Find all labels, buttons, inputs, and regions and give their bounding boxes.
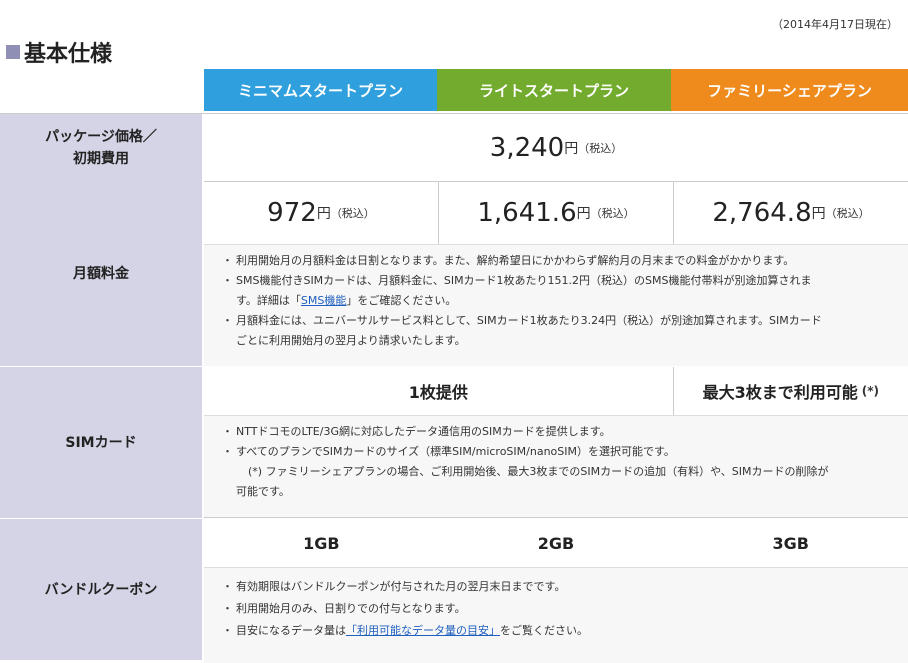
package-price-cell: 3,240 円 （税込） (204, 114, 908, 182)
sim-supply-mark: (*) (861, 384, 880, 398)
sim-note-3-text-b: 可能です。 (236, 485, 290, 498)
data-amount-guide-link[interactable]: 「利用可能なデータ量の目安」 (346, 624, 500, 637)
bundle-amount-value: 2GB (537, 533, 575, 553)
monthly-note-3-text: 月額料金には、ユニバーサルサービス料として、SIMカード1枚あたり3.24円（税… (236, 314, 822, 327)
plan-header-light: ライトスタートプラン (437, 69, 671, 111)
square-bullet-icon (6, 45, 20, 59)
sim-supply-family-text: 最大3枚まで利用可能 (702, 383, 858, 402)
yen-unit: 円 (576, 206, 591, 222)
bundle-note-2: 利用開始月のみ、日割りでの付与となります。 (222, 598, 890, 620)
monthly-note-2-text: SMS機能付きSIMカードは、月額料金に、SIMカード1枚あたり151.2円（税… (236, 274, 812, 287)
monthly-fee-row: 月額料金 972 円（税込） 1,641.6 円（税込） 2,764.8 円（税込） … (0, 182, 908, 366)
sim-supply-family: 最大3枚まで利用可能 (*) (672, 367, 908, 415)
package-price-value: 3,240 (489, 132, 565, 163)
monthly-price-value: 2,764.8 (712, 198, 812, 228)
sms-function-link[interactable]: SMS機能 (301, 294, 346, 307)
sim-note-2: すべてのプランでSIMカードのサイズ（標準SIM/microSIM/nanoSI… (222, 442, 890, 462)
bundle-amount-light: 2GB (439, 519, 674, 567)
tax-note: （税込） (825, 207, 870, 220)
sim-supply-standard: 1枚提供 (204, 367, 673, 415)
bundle-amount-value: 1GB (303, 533, 340, 553)
monthly-note-3-text-b: ごとに利用開始月の翌月より請求いたします。 (236, 334, 466, 347)
sim-notes: NTTドコモのLTE/3G網に対応したデータ通信用のSIMカードを提供します。 … (204, 416, 908, 517)
plan-header-minimum: ミニマムスタートプラン (204, 69, 437, 111)
section-title: 基本仕様 (6, 36, 112, 68)
package-price-label: パッケージ価格／ 初期費用 (0, 114, 204, 182)
monthly-notes: 利用開始月の月額料金は日割となります。また、解約希望日にかかわらず解約月の月末ま… (204, 245, 908, 366)
plan-header-row: ミニマムスタートプラン ライトスタートプラン ファミリーシェアプラン (204, 69, 908, 111)
bundle-note-3: 目安になるデータ量は「利用可能なデータ量の目安」をご覧ください。 (222, 620, 890, 642)
bundle-amounts: 1GB 2GB 3GB (204, 519, 908, 568)
bundle-amount-family: 3GB (673, 519, 908, 567)
sim-supply-standard-text: 1枚提供 (408, 383, 468, 402)
package-price-tax: （税込） (578, 141, 623, 155)
bundle-amount-minimum: 1GB (204, 519, 439, 567)
monthly-note-2-text-c: 」をご確認ください。 (346, 294, 457, 307)
bundle-note-3-text-b: をご覧ください。 (500, 624, 588, 637)
monthly-note-2-text-b: す。詳細は「 (236, 294, 301, 307)
monthly-price-minimum: 972 円（税込） (204, 182, 438, 244)
monthly-fee-cell: 972円（税込） 1,641.6円（税込） 2,764.8円（税込） 利用開始月… (204, 182, 908, 366)
bundle-coupon-row: バンドルクーポン 1GB 2GB 3GB 有効期限はバンドルクーポンが付与された… (0, 519, 908, 663)
monthly-price-value: 1,641.6 (477, 198, 577, 228)
monthly-fee-label: 月額料金 (0, 182, 204, 366)
plan-header-family: ファミリーシェアプラン (671, 69, 908, 111)
sim-card-label: SIMカード (0, 367, 204, 518)
monthly-prices: 972 円（税込） 1,641.6 円（税込） 2,764.8 円（税込） (204, 182, 908, 245)
tax-note: （税込） (330, 207, 375, 220)
bundle-notes: 有効期限はバンドルクーポンが付与された月の翌月末日までです。 利用開始月のみ、日… (204, 568, 908, 663)
tax-note: （税込） (590, 207, 635, 220)
sim-note-3-text: (*) ファミリーシェアプランの場合、ご利用開始後、最大3枚までのSIMカードの… (248, 465, 829, 478)
monthly-price-light: 1,641.6 円（税込） (438, 182, 673, 244)
sim-card-cell: 1枚提供 最大3枚まで利用可能 (*) NTTドコモのLTE/3G網に対応したデ… (204, 367, 908, 518)
sim-supply: 1枚提供 最大3枚まで利用可能 (*) (204, 367, 908, 416)
sim-note-3: (*) ファミリーシェアプランの場合、ご利用開始後、最大3枚までのSIMカードの… (222, 462, 890, 502)
date-note: （2014年4月17日現在） (772, 18, 898, 31)
bundle-note-1: 有効期限はバンドルクーポンが付与された月の翌月末日までです。 (222, 576, 890, 598)
yen-unit: 円 (811, 206, 826, 222)
sim-card-row: SIMカード 1枚提供 最大3枚まで利用可能 (*) NTTドコモのLTE/3G… (0, 367, 908, 518)
monthly-note-1: 利用開始月の月額料金は日割となります。また、解約希望日にかかわらず解約月の月末ま… (222, 251, 890, 271)
package-label-line1: パッケージ価格／ (45, 129, 157, 145)
package-label-line2: 初期費用 (72, 151, 129, 167)
bundle-amount-value: 3GB (772, 533, 809, 553)
monthly-note-3: 月額料金には、ユニバーサルサービス料として、SIMカード1枚あたり3.24円（税… (222, 311, 890, 351)
bundle-coupon-cell: 1GB 2GB 3GB 有効期限はバンドルクーポンが付与された月の翌月末日までで… (204, 519, 908, 663)
bundle-coupon-label: バンドルクーポン (0, 519, 204, 660)
monthly-price-value: 972 (267, 198, 317, 228)
bundle-note-3-text: 目安になるデータ量は (236, 624, 346, 637)
package-price-yen: 円 (564, 140, 579, 157)
monthly-note-2: SMS機能付きSIMカードは、月額料金に、SIMカード1枚あたり151.2円（税… (222, 271, 890, 311)
package-price-row: パッケージ価格／ 初期費用 3,240 円 （税込） (0, 113, 908, 182)
sim-note-1: NTTドコモのLTE/3G網に対応したデータ通信用のSIMカードを提供します。 (222, 422, 890, 442)
section-title-text: 基本仕様 (24, 42, 113, 67)
monthly-price-family: 2,764.8 円（税込） (673, 182, 908, 244)
yen-unit: 円 (316, 206, 331, 222)
